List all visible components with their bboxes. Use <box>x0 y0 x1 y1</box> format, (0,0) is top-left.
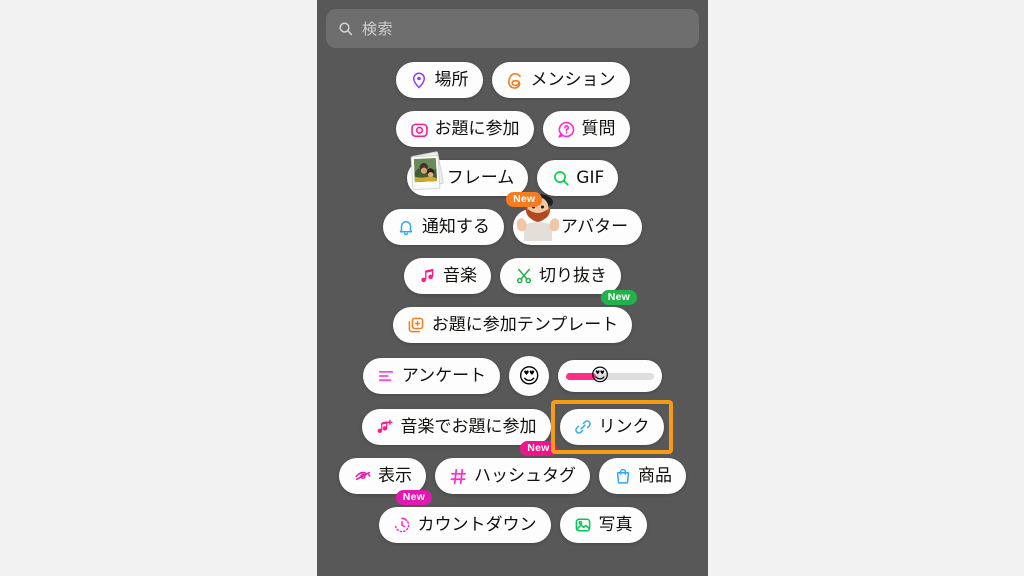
countdown-pill[interactable]: カウントダウン <box>378 507 551 543</box>
cutout-pill-label: 切り抜き <box>539 265 607 286</box>
link-chain-icon <box>574 418 593 437</box>
search-input-placeholder[interactable]: 検索 <box>362 18 393 39</box>
search-field[interactable]: 検索 <box>326 9 699 48</box>
link-pill-label: リンク <box>598 416 650 437</box>
camera-icon <box>410 120 429 139</box>
cutout-new-badge: New <box>600 289 637 305</box>
sticker-row: お題に参加 質問 <box>317 111 708 147</box>
sticker-row: 音楽 切り抜き New <box>317 258 708 305</box>
emoji-slider-track[interactable]: 😍 <box>566 367 655 385</box>
notify-pill[interactable]: 通知する <box>382 209 504 245</box>
sticker-row: カウントダウン 写真 <box>317 507 708 543</box>
cutout-pill[interactable]: 切り抜き New <box>500 258 637 305</box>
question-pill-label: 質問 <box>581 118 616 139</box>
countdown-timer-icon <box>393 516 412 535</box>
hashtag-icon <box>449 467 468 486</box>
prompt-template-pill[interactable]: お題に参加テンプレート <box>392 307 633 343</box>
frame-new-badge: New <box>506 191 543 207</box>
notify-pill-label: 通知する <box>421 216 490 237</box>
hide-pill[interactable]: 表示 New <box>339 458 432 505</box>
photo-icon <box>574 516 593 535</box>
music-pill-label: 音楽 <box>443 265 477 286</box>
scissors-icon <box>514 267 533 286</box>
prompt-join-pill-label: お題に参加 <box>434 118 520 139</box>
music-prompt-new-badge: New <box>520 440 557 456</box>
hide-pill-label: 表示 <box>378 465 412 486</box>
mention-pill-label: メンション <box>530 69 616 90</box>
search-icon <box>338 21 353 36</box>
sticker-row: 場所 メンション <box>317 62 708 98</box>
eye-slash-icon <box>353 467 372 486</box>
location-pill[interactable]: 場所 <box>395 62 483 98</box>
shopping-bag-icon <box>613 467 632 486</box>
link-pill[interactable]: リンク <box>559 409 664 445</box>
avatar-pill-label: アバター <box>560 216 629 237</box>
question-pill[interactable]: 質問 <box>542 111 630 147</box>
hide-new-badge: New <box>395 489 432 505</box>
music-prompt-pill-label: 音楽でお題に参加 <box>400 416 537 437</box>
product-pill[interactable]: 商品 <box>599 458 686 494</box>
poll-pill-label: アンケート <box>401 365 487 386</box>
location-pill-label: 場所 <box>434 69 469 90</box>
heart-eyes-emoji: 😍 <box>518 363 541 388</box>
sticker-row: お題に参加テンプレート <box>317 307 708 343</box>
polaroid-photo-icon <box>403 148 451 196</box>
sticker-row: 表示 New ハッシュタグ 商品 <box>317 458 708 505</box>
music-prompt-pill[interactable]: 音楽でお題に参加 New <box>361 409 557 456</box>
sticker-tray-panel: 検索 場所 メンション お題に参加 質問 フレーム New GIF 通知する ア… <box>317 0 708 576</box>
threads-at-icon <box>506 71 525 90</box>
music-note-plus-icon <box>376 418 395 437</box>
emoji-reaction-pill[interactable]: 😍 <box>509 356 550 396</box>
frame-pill-label: フレーム <box>446 167 515 188</box>
sticker-rows: 場所 メンション お題に参加 質問 フレーム New GIF 通知する アバター… <box>317 62 708 556</box>
location-pin-icon <box>410 71 429 90</box>
hashtag-pill-label: ハッシュタグ <box>474 465 576 486</box>
photo-pill[interactable]: 写真 <box>559 507 647 543</box>
sticker-row: 音楽でお題に参加 New リンク <box>317 409 708 456</box>
gif-pill-label: GIF <box>576 167 605 188</box>
prompt-join-pill[interactable]: お題に参加 <box>395 111 534 147</box>
poll-bars-icon <box>377 367 396 386</box>
emoji-slider-thumb[interactable]: 😍 <box>589 365 611 387</box>
prompt-template-pill-label: お題に参加テンプレート <box>431 314 619 335</box>
product-pill-label: 商品 <box>638 465 672 486</box>
bell-icon <box>397 218 416 237</box>
hashtag-pill[interactable]: ハッシュタグ <box>435 458 590 494</box>
music-note-icon <box>418 267 437 286</box>
photo-pill-label: 写真 <box>598 514 633 535</box>
music-pill[interactable]: 音楽 <box>404 258 491 294</box>
avatar-pill[interactable]: アバター <box>512 194 643 245</box>
sticker-row: アンケート 😍 😍 <box>317 356 708 396</box>
poll-pill[interactable]: アンケート <box>362 358 501 394</box>
screenshot-stage: 検索 場所 メンション お題に参加 質問 フレーム New GIF 通知する ア… <box>0 0 1024 576</box>
question-bubble-icon <box>557 120 576 139</box>
sticker-row: 通知する アバター <box>317 194 708 245</box>
template-add-icon <box>407 316 426 335</box>
emoji-slider-pill[interactable]: 😍 <box>558 360 663 392</box>
countdown-pill-label: カウントダウン <box>417 514 537 535</box>
mention-pill[interactable]: メンション <box>491 62 630 98</box>
